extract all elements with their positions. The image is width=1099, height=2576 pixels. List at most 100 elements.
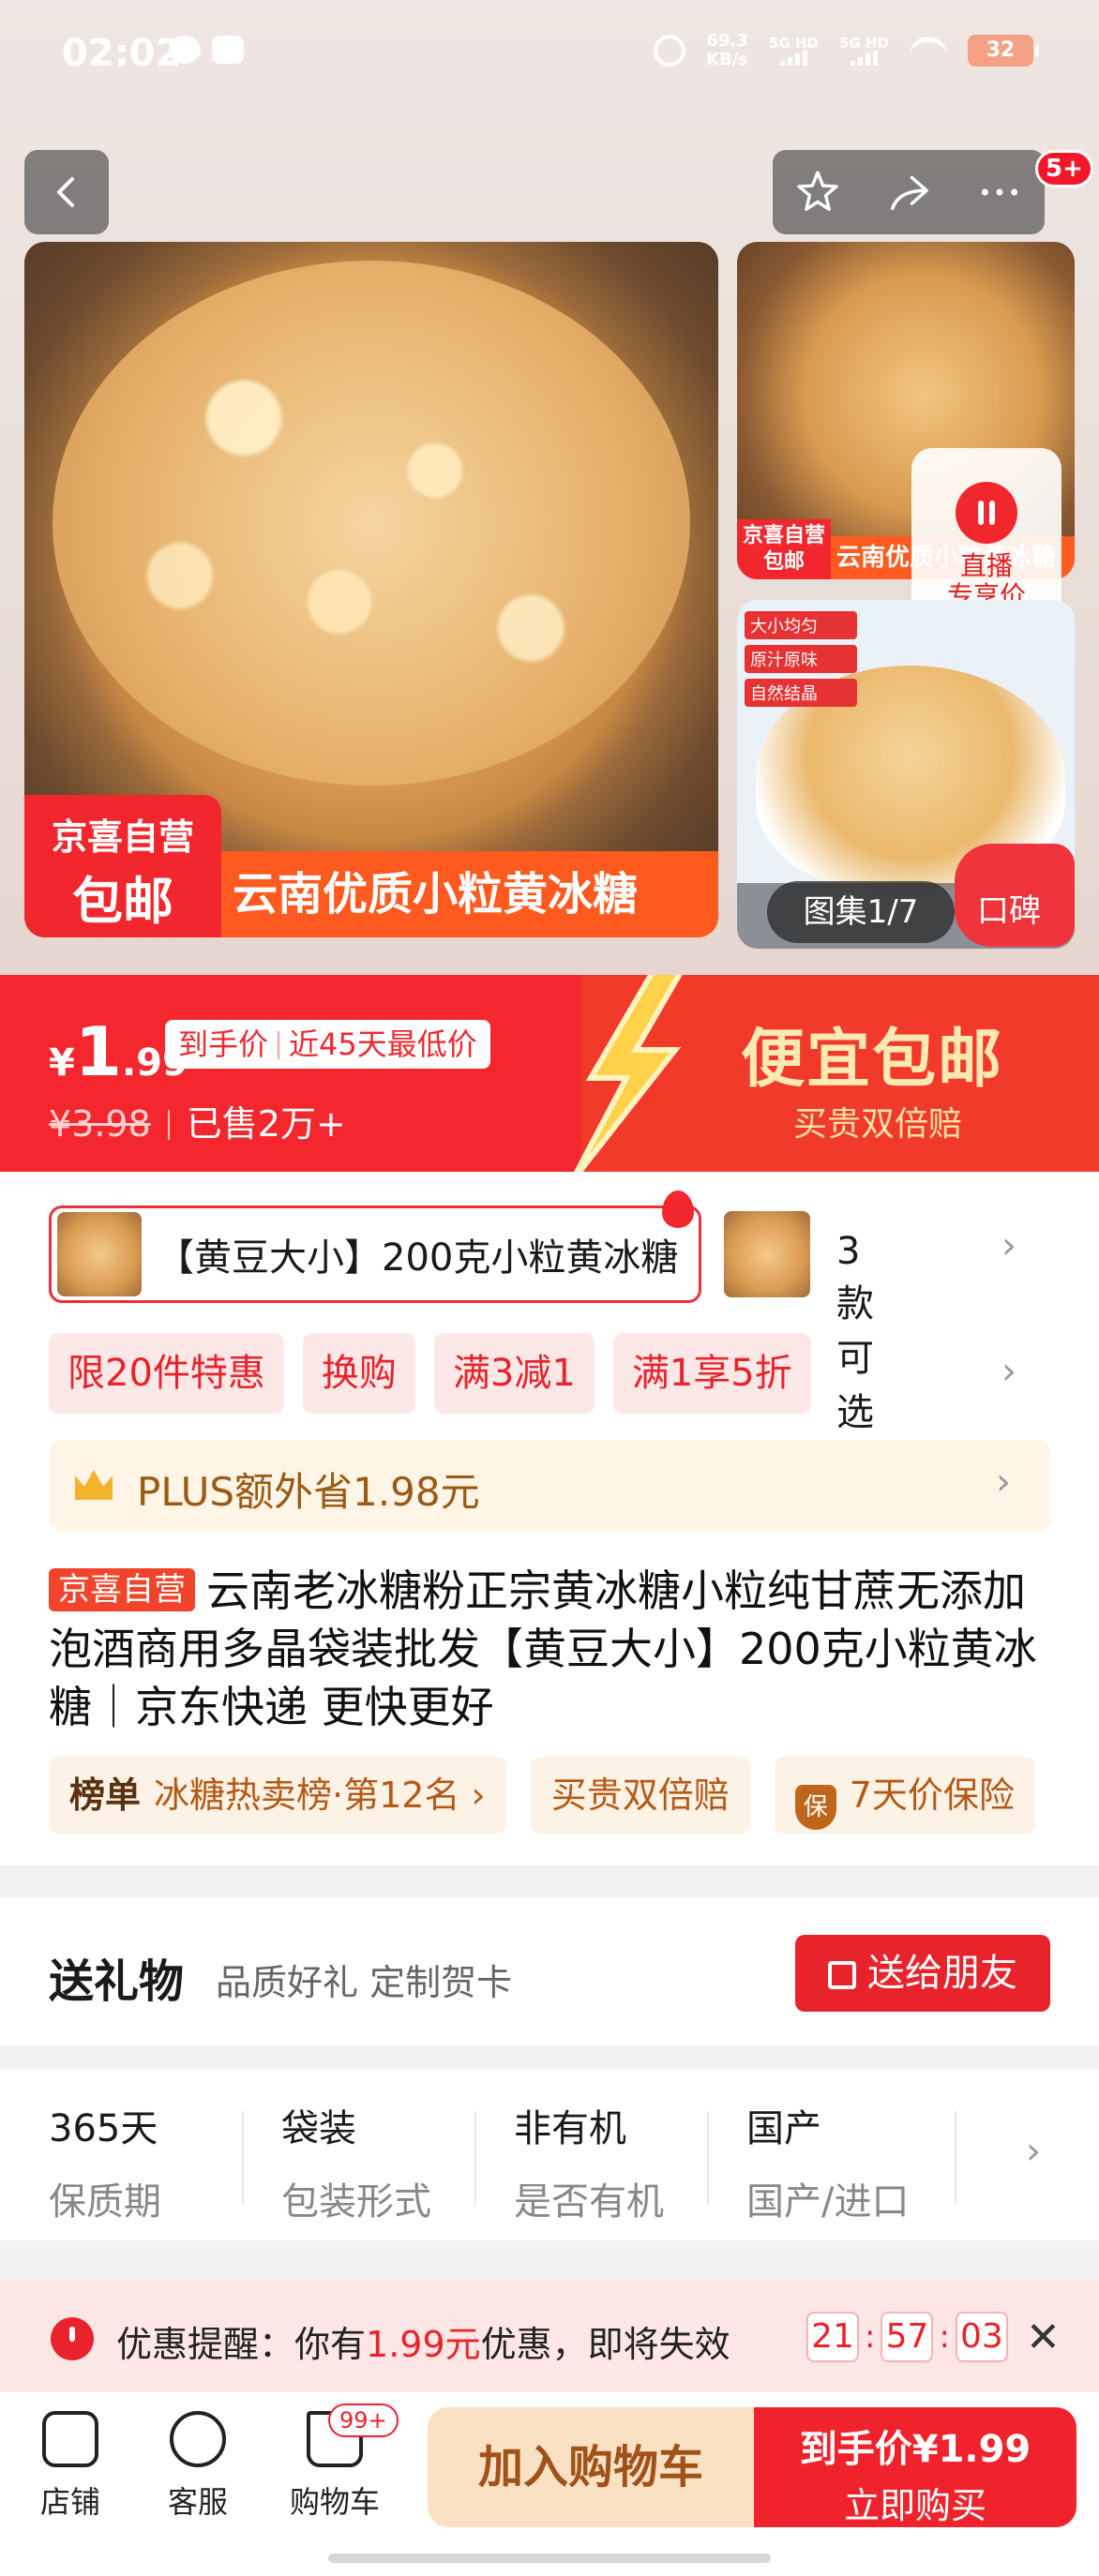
plus-amount: 1.98元 [353,1469,480,1515]
promo-subline: 买贵双倍赔 [793,1105,963,1144]
shield-icon: 保 [794,1785,836,1830]
cart-count-badge: 99+ [328,2404,399,2437]
spec-value: 国产 [746,2107,821,2150]
spec-key: 国产/进口 [746,2180,910,2224]
album-counter[interactable]: 图集1/7 [767,881,955,943]
spec-row[interactable]: 365天 保质期 袋装 包装形式 非有机 是否有机 国产 国产/进口 › [0,2070,1099,2240]
ranking-badge[interactable]: 榜单 冰糖热卖榜·第12名 › [49,1757,506,1834]
buy-price-label: 到手价¥1.99 [799,2428,1031,2471]
gift-subtitle: 品质好礼 定制贺卡 [216,1962,513,2003]
live-label: 直播 [959,550,1013,581]
more-button[interactable] [971,164,1028,220]
net-speed-unit: KB/s [706,50,749,69]
price-banner: ¥1.99 到手价 近45天最低价 ¥3.98 已售2万+ 便宜包邮 买贵双倍赔 [0,975,1099,1172]
price-protect-label: 7天价保险 [849,1775,1015,1816]
clock-icon [51,2317,94,2360]
selected-sku[interactable]: 【黄豆大小】200克小粒黄冰糖 [49,1206,701,1303]
alarm-icon [654,35,686,67]
feature-chip: 大小均匀 [745,611,857,639]
signal-1: 5G HD [769,36,819,66]
cloud-icon [169,36,201,64]
spec-item: 365天 保质期 [49,2098,274,2225]
smile-icon [170,2411,226,2467]
plus-saving-banner[interactable]: PLUS额外省1.98元 › [49,1440,1050,1532]
sku-more-label[interactable]: 3款可选 [836,1230,874,1436]
divider [707,2111,709,2205]
battery-icon: 32 [968,35,1039,67]
product-title: 京喜自营 云南老冰糖粉正宗黄冰糖小粒纯甘蔗无添加泡酒商用多晶袋装批发【黄豆大小】2… [49,1562,1061,1736]
spec-value: 袋装 [281,2107,356,2150]
plus-text: PLUS额外省1.98元 [137,1460,480,1518]
more-icon [981,188,1017,196]
close-icon[interactable]: ✕ [1026,2314,1061,2361]
spec-value: 非有机 [514,2107,626,2150]
sku-name: 【黄豆大小】200克小粒黄冰糖 [157,1236,679,1280]
favorite-button[interactable] [790,164,846,220]
reminder-amount: 1.99元 [366,2324,481,2365]
reminder-prefix: 优惠提醒：你有 [116,2324,367,2365]
signal-bars-icon [839,51,889,66]
spec-key: 保质期 [49,2180,161,2224]
live-icon [956,482,1017,544]
plus-label: PLUS额外省 [137,1469,354,1515]
image-slogan: 云南优质小粒黄冰糖 [221,851,718,937]
price-currency: ¥ [49,1041,75,1085]
ranking-value: 冰糖热卖榜·第12名 [154,1775,460,1816]
price-protect-badge[interactable]: 保 7天价保险 [774,1757,1035,1834]
tag-line1: 京喜自营 [51,816,194,858]
sku-thumbnail-alt[interactable] [724,1211,810,1297]
spec-item: 非有机 是否有机 [514,2098,739,2225]
main-product-image[interactable]: 京喜自营 包邮 云南优质小粒黄冰糖 [24,242,718,937]
wifi-icon [910,37,947,65]
gift-section: 送礼物 品质好礼 定制贺卡 送给朋友 [0,1897,1099,2045]
sku-thumbnail [57,1212,142,1296]
tag-line2: 包邮 [72,872,173,931]
spec-item: 国产 国产/进口 [746,2098,971,2225]
countdown-timer: 21 : 57 : 03 [806,2312,1008,2362]
gift-icon [828,1961,856,1989]
signal-bars-icon [769,51,819,66]
back-button[interactable] [24,150,109,234]
promo-tags[interactable]: 限20件特惠 换购 满3减1 满1享5折 [49,1333,811,1414]
buy-now-button[interactable]: 到手价¥1.99 立即购买 [754,2407,1076,2527]
message-icon [212,36,244,64]
buy-now-label: 立即购买 [843,2485,986,2526]
home-indicator[interactable] [328,2554,771,2563]
cart-label: 购物车 [289,2484,380,2520]
promo-tag[interactable]: 满1享5折 [612,1333,811,1414]
store-label: 店铺 [39,2484,100,2520]
add-to-cart-button[interactable]: 加入购物车 [428,2407,754,2527]
customer-service-button[interactable]: 客服 [146,2411,249,2522]
chevron-right-icon[interactable]: › [1001,1350,1016,1393]
badge-row: 榜单 冰糖热卖榜·第12名 › 买贵双倍赔 保 7天价保险 [49,1757,1035,1834]
signal-1-label: 5G HD [769,35,820,52]
price-tag-a: 到手价 [178,1026,269,1062]
reviews-button[interactable]: 口碑 [955,844,1075,947]
share-button[interactable] [881,164,937,220]
spec-value: 365天 [49,2107,158,2150]
back-icon [57,177,74,207]
rock-sugar-image [53,261,690,786]
chevron-right-icon: › [1026,2130,1041,2173]
chevron-right-icon: › [996,1460,1011,1504]
price-tag-b: 近45天最低价 [289,1026,477,1062]
store-button[interactable]: 店铺 [19,2411,122,2522]
self-operated-tag: 京喜自营 包邮 [24,795,221,937]
send-to-friend-label: 送给朋友 [867,1952,1017,1995]
status-time: 02:02 [62,32,182,75]
thumb-tag: 京喜自营包邮 [737,519,831,579]
guarantee-badge[interactable]: 买贵双倍赔 [530,1757,750,1834]
promo-tag[interactable]: 限20件特惠 [49,1333,284,1414]
send-to-friend-button[interactable]: 送给朋友 [795,1935,1050,2012]
price-integer: 1 [74,1012,122,1091]
promo-tag[interactable]: 满3减1 [433,1333,595,1414]
sold-count: 已售2万+ [186,1103,346,1145]
self-operated-badge: 京喜自营 [49,1568,195,1611]
promo-tag[interactable]: 换购 [302,1333,415,1414]
feature-chip: 原汁原味 [745,645,857,673]
signal-2-label: 5G HD [839,35,889,52]
spec-key: 是否有机 [514,2180,664,2224]
spec-key: 包装形式 [281,2180,431,2224]
product-gallery-area: 02:02 69.3 KB/s 5G HD 5G HD 32 5+ 京喜自营 包… [0,0,1099,975]
store-icon [42,2411,98,2467]
